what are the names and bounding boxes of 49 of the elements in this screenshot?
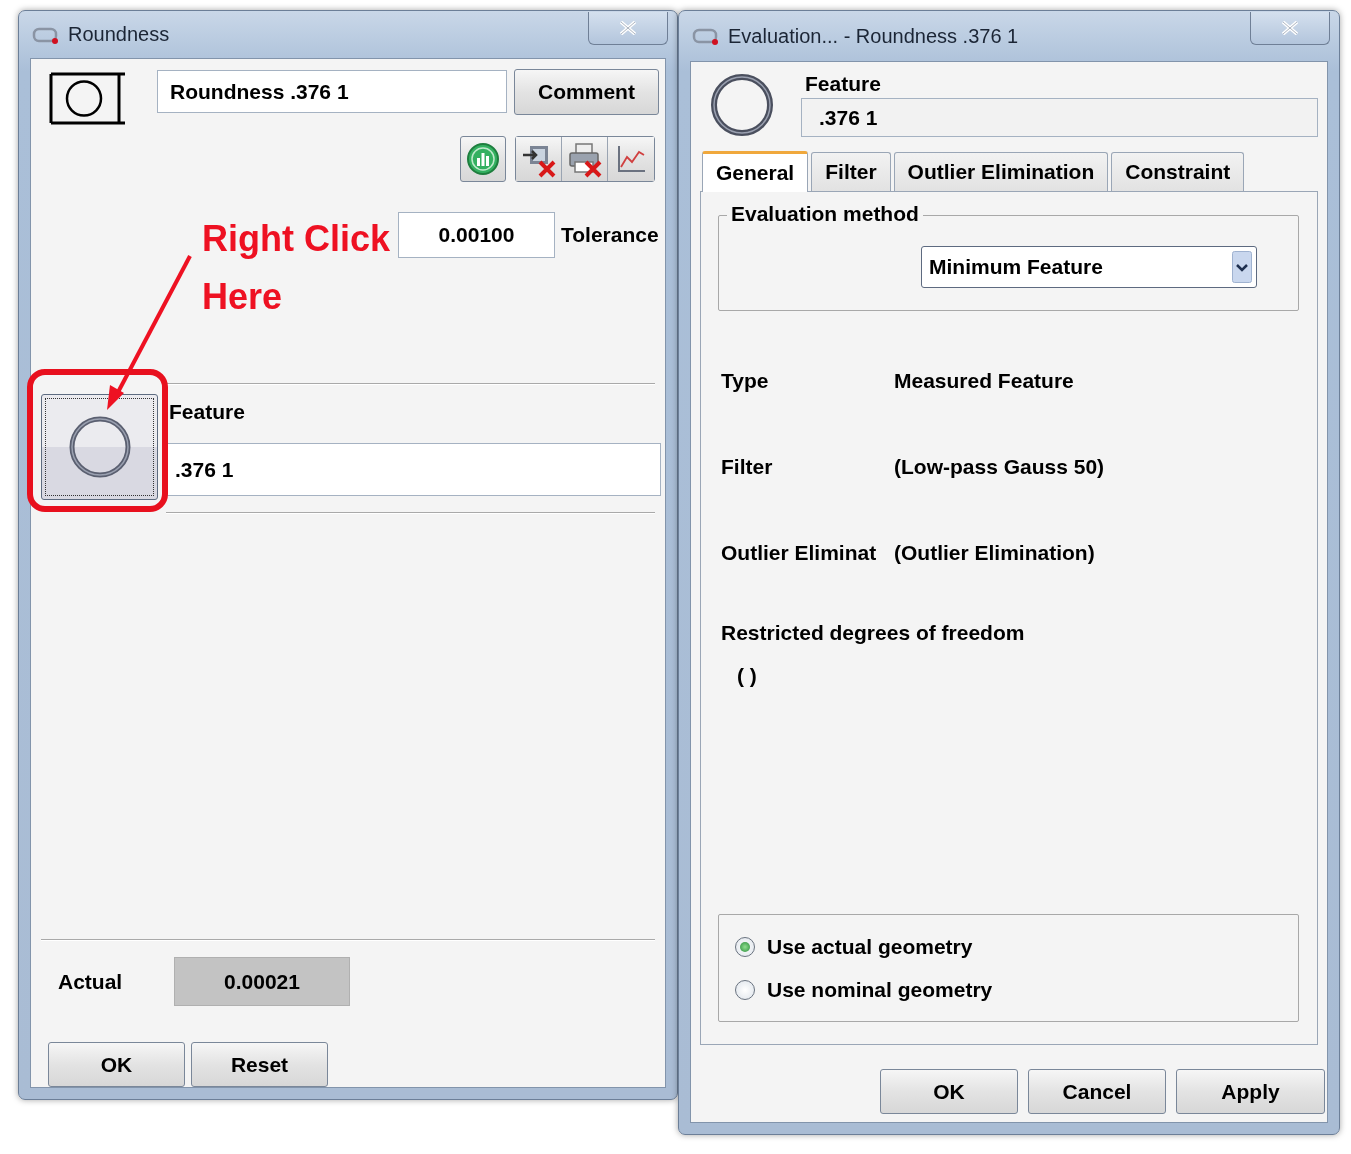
restricted-label: Restricted degrees of freedom [721,621,1026,645]
radio-button[interactable] [735,979,755,1000]
tab[interactable]: Filter [811,152,891,191]
app-icon [692,26,720,46]
radio-label: Use actual geometry [767,934,973,959]
print-delete-button[interactable] [562,137,608,181]
property-value: (Low-pass Gauss 50) [894,455,1105,479]
feature-label: Feature [805,72,882,96]
radio-button[interactable] [735,936,755,957]
tolerance-label: Tolerance [561,223,659,247]
close-button[interactable] [588,12,668,45]
tab[interactable]: General [702,151,809,192]
circle-icon [710,73,774,137]
comment-button[interactable]: Comment [514,69,659,115]
close-icon [1281,21,1299,35]
tolerance-field[interactable]: 0.00100 [398,212,555,258]
window-title: Roundness [68,23,170,46]
radio-label: Use nominal geometry [767,977,993,1002]
apply-button[interactable]: Apply [1176,1069,1325,1114]
close-icon [619,21,637,35]
feature-field: .376 1 [801,98,1318,137]
ok-button[interactable]: OK [48,1042,185,1087]
reset-button[interactable]: Reset [191,1042,328,1087]
close-button[interactable] [1250,12,1330,45]
property-value: Measured Feature [894,369,1074,393]
remove-import-button[interactable] [516,137,562,181]
circle-icon [67,415,132,479]
statistics-button[interactable] [460,136,506,182]
roundness-symbol-icon [49,72,127,125]
line-chart-icon [615,143,647,175]
window-title: Evaluation... - Roundness .376 1 [728,24,1019,48]
tab[interactable]: Outlier Elimination [893,152,1109,191]
property-label: Type [721,369,770,393]
evaluation-method-dropdown[interactable]: Minimum Feature [921,246,1257,288]
actual-value: 0.00021 [174,957,350,1006]
cancel-button[interactable]: Cancel [1028,1069,1166,1114]
callout-text: Right Click Here [202,217,391,319]
feature-label: Feature [169,400,246,424]
restricted-value: ( ) [737,664,758,688]
actual-label: Actual [58,969,124,994]
property-value: (Outlier Elimination) [894,541,1095,565]
feature-button[interactable] [41,394,158,500]
graph-button[interactable] [608,137,654,181]
ok-button[interactable]: OK [880,1069,1018,1114]
tab[interactable]: Constraint [1111,152,1245,191]
property-label: Outlier Eliminat [721,541,878,565]
name-field[interactable]: Roundness .376 1 [157,70,507,113]
property-label: Filter [721,455,774,479]
bar-chart-icon [466,142,500,176]
